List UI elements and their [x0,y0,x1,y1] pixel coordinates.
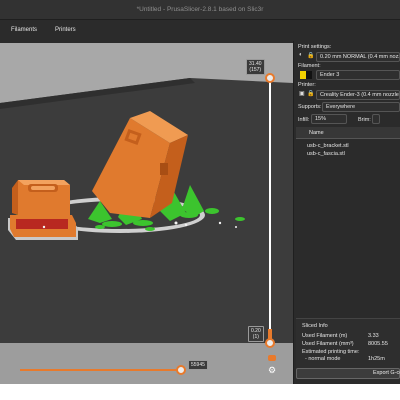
used-filament-mm3-value: 8005.55 [368,341,388,347]
supports-combo[interactable]: Everywhere [322,102,400,112]
normal-mode-label: - normal mode [305,356,341,362]
top-layer-index: (157) [249,67,262,73]
lock-icon: 🔒 [307,53,315,59]
list-item[interactable]: usb-c_bracket.stl [307,143,349,149]
layer-slider-top-knob[interactable] [265,73,275,83]
layer-slider-cog-marker[interactable] [268,355,276,361]
printer-label: Printer: [298,82,316,88]
3d-viewport[interactable]: 31.40 (157) 0.20 (1) [0,43,293,384]
print-settings-toggle-icon[interactable]: ◐ [299,52,303,58]
filament-combo[interactable]: Ender 3 [316,70,400,80]
list-header-name: Name [309,130,324,136]
tab-filaments[interactable]: Filaments [11,27,37,33]
sliced-info-panel: Sliced Info Used Filament (m) 3.33 Used … [296,318,400,374]
export-gcode-button[interactable]: Export G-code [296,368,400,379]
print-settings-label: Print settings: [298,44,332,50]
supports-label: Supports: [298,104,322,110]
object-fascia[interactable] [8,180,78,240]
move-slider-knob[interactable] [176,365,186,375]
window-title: *Untitled - PrusaSlicer-2.8.1 based on S… [136,6,264,13]
sliced-info-title: Sliced Info [302,323,328,329]
layer-bottom-label: 0.20 (1) [248,326,264,342]
tab-bar: Filaments Printers N [0,21,400,59]
printer-combo[interactable]: Creality Ender-3 (0.4 mm nozzle) [316,90,400,100]
filament-color-swatch-dark [306,71,312,79]
layer-slider-track[interactable] [269,77,271,347]
bottom-layer-index: (1) [252,334,259,340]
brim-label: Brim: [358,117,371,123]
infill-combo[interactable]: 15% [311,114,347,124]
tab-printers[interactable]: Printers [55,27,76,33]
brim-checkbox[interactable] [372,114,380,124]
printer-icon: ▣ [299,91,305,97]
filament-label: Filament: [298,63,321,69]
used-filament-m-label: Used Filament (m) [302,333,348,339]
used-filament-mm3-label: Used Filament (mm³) [302,341,354,347]
app-window: *Untitled - PrusaSlicer-2.8.1 based on S… [0,0,400,384]
printer-lock-icon: 🔒 [307,91,315,97]
move-slider-track[interactable] [20,369,182,371]
slider-settings-gear-icon[interactable]: ⚙ [267,365,277,375]
move-slider-label: 55945 [188,360,208,370]
layer-slider-bottom-knob[interactable] [265,338,275,348]
object-list: usb-c_bracket.stl usb-c_fascia.stl [296,140,400,316]
infill-label: Infill: [298,117,310,123]
object-list-header: Name [296,127,400,139]
est-time-label: Estimated printing time: [302,349,360,355]
normal-mode-value: 1h25m [368,356,385,362]
title-bar: *Untitled - PrusaSlicer-2.8.1 based on S… [0,0,400,20]
layer-top-label: 31.40 (157) [246,59,265,75]
print-settings-combo[interactable]: 0.20 mm NORMAL (0.4 mm nozzle) [316,52,400,62]
used-filament-m-value: 3.33 [368,333,379,339]
bed-front-lip [0,343,293,384]
list-item[interactable]: usb-c_fascia.stl [307,151,345,157]
